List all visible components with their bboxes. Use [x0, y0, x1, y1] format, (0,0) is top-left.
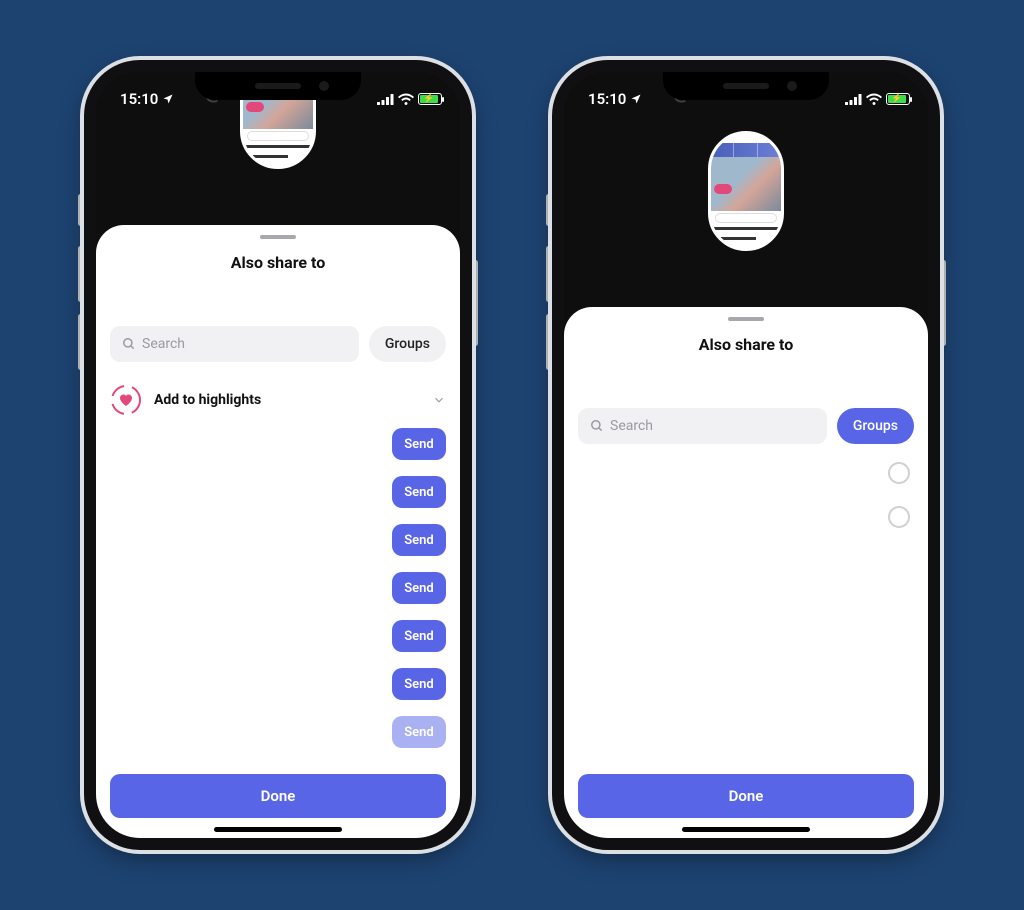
send-button[interactable]: Send — [392, 668, 446, 700]
search-input[interactable]: Search — [578, 408, 827, 444]
recipient-list[interactable]: Send Send Send Send Send Send Send — [96, 424, 460, 764]
recipient-row: Send — [110, 428, 446, 460]
recipient-row: Send — [110, 476, 446, 508]
recipient-row: Send — [110, 716, 446, 748]
recipient-row: Send — [110, 524, 446, 556]
search-icon — [122, 337, 136, 351]
sheet-grabber[interactable] — [728, 317, 764, 321]
status-time: 15:10 — [588, 90, 626, 108]
phone-left: @onceseuradu 15:10 ⚡ — [84, 60, 472, 850]
sheet-grabber[interactable] — [260, 235, 296, 239]
group-list[interactable] — [564, 458, 928, 554]
groups-tab[interactable]: Groups — [837, 408, 914, 444]
battery-icon: ⚡ — [418, 93, 442, 105]
status-time: 15:10 — [120, 90, 158, 108]
recipient-row: Send — [110, 620, 446, 652]
sheet-title: Also share to — [564, 335, 928, 354]
screen: Also share to Search Groups — [564, 72, 928, 838]
notch — [195, 72, 361, 100]
search-input[interactable]: Search — [110, 326, 359, 362]
mute-switch — [78, 194, 83, 226]
phone-frame: @onceseuradu 15:10 ⚡ — [84, 60, 472, 850]
send-button[interactable]: Send — [392, 572, 446, 604]
search-placeholder: Search — [610, 418, 653, 434]
add-to-highlights-row[interactable]: Add to highlights — [96, 376, 460, 424]
screen: Also share to Search Groups — [96, 72, 460, 838]
recipient-row: Send — [110, 668, 446, 700]
home-indicator[interactable] — [214, 827, 342, 832]
home-indicator[interactable] — [682, 827, 810, 832]
group-row — [582, 462, 910, 484]
send-button[interactable]: Send — [392, 620, 446, 652]
battery-icon: ⚡ — [886, 93, 910, 105]
send-button[interactable]: Send — [392, 476, 446, 508]
volume-down-button — [546, 314, 551, 370]
share-sheet: Also share to Search Groups — [564, 307, 928, 838]
wifi-icon — [398, 93, 414, 105]
location-icon — [630, 93, 642, 105]
location-icon — [162, 93, 174, 105]
volume-down-button — [78, 314, 83, 370]
group-row — [582, 506, 910, 528]
send-button[interactable]: Send — [392, 428, 446, 460]
send-button[interactable]: Send — [392, 524, 446, 556]
radio-select[interactable] — [888, 462, 910, 484]
done-button[interactable]: Done — [578, 774, 914, 818]
search-placeholder: Search — [142, 336, 185, 352]
volume-up-button — [78, 246, 83, 302]
power-button — [473, 260, 478, 346]
phone-right: @onceseuradu 15:10 ⚡ — [552, 60, 940, 850]
groups-tab[interactable]: Groups — [369, 326, 446, 362]
recipient-row: Send — [110, 572, 446, 604]
mute-switch — [546, 194, 551, 226]
chevron-down-icon — [432, 393, 446, 407]
signal-icon — [377, 94, 394, 105]
wifi-icon — [866, 93, 882, 105]
signal-icon — [845, 94, 862, 105]
power-button — [941, 260, 946, 346]
phone-frame: @onceseuradu 15:10 ⚡ — [552, 60, 940, 850]
search-icon — [590, 419, 604, 433]
heart-highlight-icon — [110, 384, 142, 416]
highlights-label: Add to highlights — [154, 392, 420, 408]
notch — [663, 72, 829, 100]
story-thumbnail[interactable] — [708, 131, 784, 251]
done-button[interactable]: Done — [110, 774, 446, 818]
share-sheet: Also share to Search Groups — [96, 225, 460, 838]
sheet-title: Also share to — [96, 253, 460, 272]
send-button[interactable]: Send — [392, 716, 446, 748]
volume-up-button — [546, 246, 551, 302]
radio-select[interactable] — [888, 506, 910, 528]
